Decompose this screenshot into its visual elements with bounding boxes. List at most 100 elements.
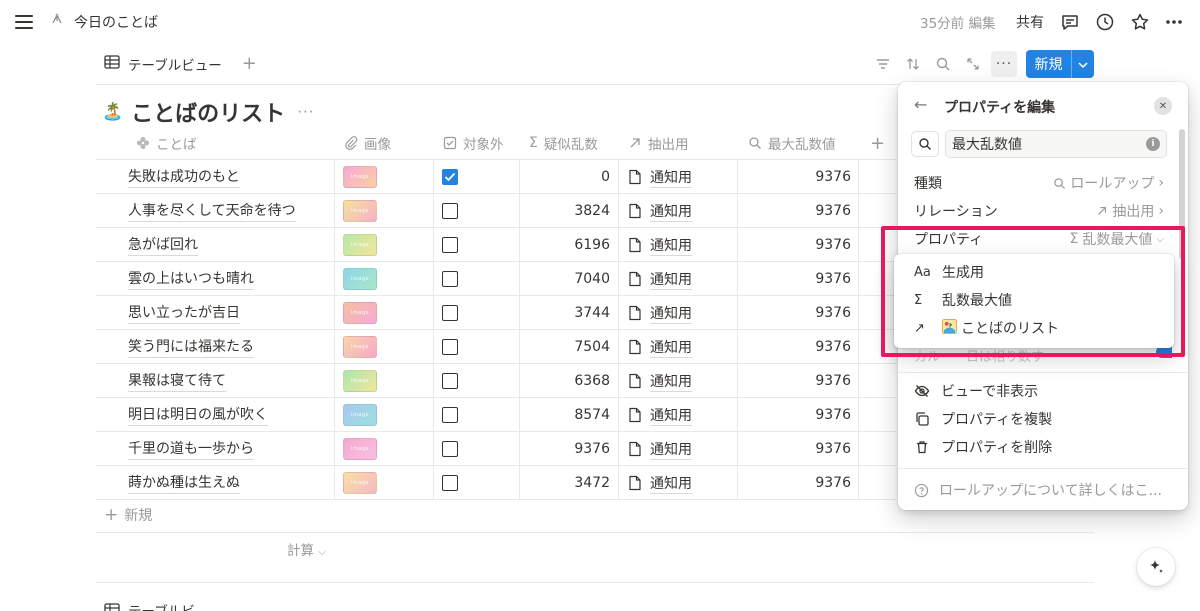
column-header-excluded[interactable]: 対象外 [443,126,504,160]
table-row[interactable]: 人事を尽くして天命を待つ image 3824 通知用 9376 [96,194,896,228]
table-row[interactable]: 蒔かぬ種は生えぬ image 3472 通知用 9376 [96,466,896,500]
cell-random[interactable]: 8574 [520,398,610,432]
cell-random[interactable]: 3824 [520,194,610,228]
row-title[interactable]: 人事を尽くして天命を待つ [128,200,296,222]
image-thumbnail[interactable]: image [343,234,377,256]
relation-link[interactable]: 通知用 [650,439,692,460]
excluded-checkbox[interactable] [442,441,458,457]
cell-name[interactable]: 蒔かぬ種は生えぬ [128,466,240,500]
tab-table-view[interactable]: テーブルビュー [128,54,222,74]
cell-image[interactable]: image [343,330,377,364]
new-button[interactable]: 新規 [1026,50,1094,78]
ai-assistant-button[interactable] [1137,548,1175,586]
cell-image[interactable]: image [343,194,377,228]
table-row[interactable]: 急がば回れ image 6196 通知用 9376 [96,228,896,262]
cell-name[interactable]: 失敗は成功のもと [128,160,240,194]
back-arrow-icon[interactable]: ← [914,95,927,114]
dropdown-item-max-random[interactable]: Σ 乱数最大値 [914,289,1012,311]
menu-icon[interactable] [14,12,34,32]
image-thumbnail[interactable]: image [343,200,377,222]
help-link[interactable]: ロールアップについて詳しくはこ... [914,480,1162,500]
cell-image[interactable]: image [343,296,377,330]
delete-property-button[interactable]: プロパティを削除 [914,436,1052,458]
row-title[interactable]: 笑う門には福来たる [128,336,254,358]
star-icon[interactable] [1129,11,1151,33]
excluded-checkbox[interactable] [442,407,458,423]
table-row[interactable]: 千里の道も一歩から image 9376 通知用 9376 [96,432,896,466]
cell-image[interactable]: image [343,364,377,398]
relation-link[interactable]: 通知用 [650,337,692,358]
row-title[interactable]: 明日は明日の風が吹く [128,404,268,426]
page-title[interactable]: 今日のことば [74,12,158,32]
share-button[interactable]: 共有 [1016,12,1044,32]
table-row[interactable]: 笑う門には福来たる image 7504 通知用 9376 [96,330,896,364]
cell-random[interactable]: 3472 [520,466,610,500]
cell-relation[interactable]: 通知用 [628,432,692,466]
property-row[interactable]: プロパティ Σ 乱数最大値 ⌵ [914,227,1164,251]
table-row[interactable]: 思い立ったが吉日 image 3744 通知用 9376 [96,296,896,330]
cell-relation[interactable]: 通知用 [628,194,692,228]
cell-name[interactable]: 人事を尽くして天命を待つ [128,194,296,228]
cell-name[interactable]: 急がば回れ [128,228,198,262]
cell-relation[interactable]: 通知用 [628,466,692,500]
calculate-button[interactable]: 計算 ⌵ [287,539,326,559]
image-thumbnail[interactable]: image [343,268,377,290]
new-button-label[interactable]: 新規 [1026,54,1071,74]
cell-image[interactable]: image [343,160,377,194]
relation-link[interactable]: 通知用 [650,269,692,290]
row-title[interactable]: 千里の道も一歩から [128,438,254,460]
info-icon[interactable]: i [1146,137,1160,151]
cell-relation[interactable]: 通知用 [628,364,692,398]
comment-icon[interactable] [1059,11,1081,33]
cell-image[interactable]: image [343,466,377,500]
sort-icon[interactable] [901,52,925,76]
expand-icon[interactable] [961,52,985,76]
search-icon[interactable] [931,52,955,76]
column-header-name[interactable]: ことば [136,126,197,160]
cell-relation[interactable]: 通知用 [628,160,692,194]
relation-link[interactable]: 通知用 [650,473,692,494]
cell-image[interactable]: image [343,398,377,432]
cell-image[interactable]: image [343,432,377,466]
excluded-checkbox[interactable] [442,339,458,355]
image-thumbnail[interactable]: image [343,166,377,188]
new-row-button[interactable]: + 新規 [104,505,152,525]
relation-link[interactable]: 通知用 [650,405,692,426]
dropdown-item-generate[interactable]: Aa 生成用 [914,261,984,283]
cell-random[interactable]: 7504 [520,330,610,364]
add-column-button[interactable]: + [870,126,885,160]
column-header-extract[interactable]: 抽出用 [628,126,689,160]
view-more-button[interactable]: ··· [991,51,1017,77]
add-view-button[interactable]: + [242,53,257,74]
cell-name[interactable]: 千里の道も一歩から [128,432,254,466]
cell-random[interactable]: 6196 [520,228,610,262]
more-options-icon[interactable] [1163,11,1185,33]
table-row[interactable]: 雲の上はいつも晴れ image 7040 通知用 9376 [96,262,896,296]
image-thumbnail[interactable]: image [343,336,377,358]
chevron-down-icon[interactable] [1072,58,1094,71]
property-icon-picker[interactable] [911,131,939,157]
cell-random[interactable]: 3744 [520,296,610,330]
table-row[interactable]: 失敗は成功のもと image 0 通知用 9376 [96,160,896,194]
history-icon[interactable] [1094,11,1116,33]
table-row[interactable]: 明日は明日の風が吹く image 8574 通知用 9376 [96,398,896,432]
relation-link[interactable]: 通知用 [650,167,692,188]
row-title[interactable]: 急がば回れ [128,234,198,256]
cell-random[interactable]: 0 [520,160,610,194]
table-row[interactable]: 果報は寝て待て image 6368 通知用 9376 [96,364,896,398]
cell-image[interactable]: image [343,262,377,296]
filter-icon[interactable] [871,52,895,76]
excluded-checkbox[interactable] [442,271,458,287]
row-title[interactable]: 失敗は成功のもと [128,166,240,188]
relation-link[interactable]: 通知用 [650,371,692,392]
row-title[interactable]: 思い立ったが吉日 [128,302,240,324]
dropdown-item-word-list[interactable]: ↗ ことばのリスト [914,317,1059,339]
cell-relation[interactable]: 通知用 [628,398,692,432]
cell-random[interactable]: 6368 [520,364,610,398]
scrollbar[interactable] [1179,129,1185,259]
relation-link[interactable]: 通知用 [650,303,692,324]
column-header-random[interactable]: Σ 疑似乱数 [529,126,598,160]
duplicate-property-button[interactable]: プロパティを複製 [914,408,1052,430]
cell-name[interactable]: 思い立ったが吉日 [128,296,240,330]
relation-link[interactable]: 通知用 [650,201,692,222]
